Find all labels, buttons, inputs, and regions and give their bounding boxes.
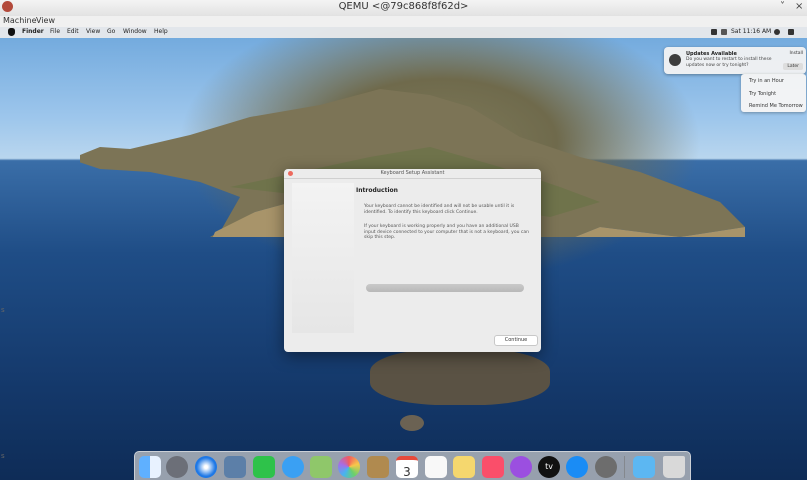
apple-tv-icon[interactable]: tv bbox=[538, 456, 560, 478]
keyboard-detection-progress bbox=[366, 284, 524, 292]
facetime-icon[interactable] bbox=[253, 456, 275, 478]
downloads-folder-icon[interactable] bbox=[633, 456, 655, 478]
edge-glyph: s bbox=[1, 306, 5, 314]
launchpad-icon[interactable] bbox=[166, 456, 188, 478]
edge-glyph: s bbox=[1, 452, 5, 460]
keyboard-icon[interactable] bbox=[721, 29, 727, 35]
podcasts-icon[interactable] bbox=[510, 456, 532, 478]
menu-help[interactable]: Help bbox=[154, 28, 168, 35]
continue-button[interactable]: Continue bbox=[494, 335, 538, 346]
install-button[interactable]: Install bbox=[789, 51, 803, 56]
menu-item-remind-me-tomorrow[interactable]: Remind Me Tomorrow bbox=[749, 103, 803, 109]
dialog-titlebar: Keyboard Setup Assistant bbox=[284, 169, 541, 179]
safari-icon[interactable] bbox=[195, 456, 217, 478]
guest-desktop: Finder File Edit View Go Window Help Sat… bbox=[0, 27, 807, 480]
macos-menubar: Finder File Edit View Go Window Help Sat… bbox=[0, 27, 807, 38]
menu-window[interactable]: Window bbox=[123, 28, 147, 35]
notes-icon[interactable] bbox=[453, 456, 475, 478]
menu-edit[interactable]: Edit bbox=[67, 28, 79, 35]
window-title: QEMU <@79c868f8f62d> bbox=[338, 1, 469, 12]
calendar-icon[interactable]: 3 bbox=[396, 456, 418, 479]
minimize-button[interactable]: ˅ bbox=[780, 1, 785, 12]
photos-icon[interactable] bbox=[338, 456, 360, 478]
menu-finder[interactable]: Finder bbox=[22, 28, 44, 35]
control-center-icon[interactable] bbox=[788, 29, 794, 35]
menu-file[interactable]: File bbox=[50, 28, 60, 35]
preview-icon[interactable] bbox=[224, 456, 246, 478]
messages-icon[interactable] bbox=[282, 456, 304, 478]
app-store-icon[interactable] bbox=[566, 456, 588, 478]
dialog-paragraph-1: Your keyboard cannot be identified and w… bbox=[364, 204, 515, 215]
small-islet bbox=[400, 415, 424, 431]
later-options-menu: Try in an Hour Try Tonight Remind Me Tom… bbox=[741, 74, 806, 112]
menubar-clock[interactable]: Sat 11:16 AM bbox=[731, 28, 771, 35]
spotlight-icon[interactable] bbox=[774, 29, 780, 35]
updates-notification[interactable]: Updates Available Do you want to restart… bbox=[664, 47, 806, 74]
close-button[interactable]: × bbox=[795, 1, 803, 12]
dock: 3 tv bbox=[134, 451, 691, 480]
qemu-titlebar: QEMU <@79c868f8f62d> ˅ × bbox=[0, 0, 807, 17]
qemu-menubar: Machine View bbox=[0, 16, 807, 27]
menu-go[interactable]: Go bbox=[107, 28, 115, 35]
keyboard-setup-dialog: Keyboard Setup Assistant Introduction Yo… bbox=[284, 169, 541, 352]
apple-icon[interactable] bbox=[8, 28, 15, 36]
software-update-icon bbox=[669, 54, 681, 66]
music-icon[interactable] bbox=[482, 456, 504, 478]
dialog-paragraph-2: If your keyboard is working properly and… bbox=[364, 224, 529, 240]
menu-item-try-tonight[interactable]: Try Tonight bbox=[749, 91, 776, 97]
dock-separator bbox=[624, 456, 625, 478]
dialog-illustration-pane bbox=[292, 183, 354, 333]
reminders-icon[interactable] bbox=[425, 456, 447, 478]
notification-body: Do you want to restart to install these … bbox=[686, 57, 772, 68]
rocky-foreshore bbox=[370, 349, 550, 405]
finder-icon[interactable] bbox=[139, 456, 161, 478]
maps-icon[interactable] bbox=[310, 456, 332, 478]
dialog-heading: Introduction bbox=[356, 187, 398, 194]
later-button[interactable]: Later bbox=[783, 63, 803, 70]
display-icon[interactable] bbox=[711, 29, 717, 35]
menu-machine[interactable]: Machine bbox=[3, 16, 37, 25]
dialog-title: Keyboard Setup Assistant bbox=[380, 170, 445, 176]
contacts-icon[interactable] bbox=[367, 456, 389, 478]
menu-item-try-in-an-hour[interactable]: Try in an Hour bbox=[749, 78, 784, 84]
system-preferences-icon[interactable] bbox=[595, 456, 617, 478]
menu-view[interactable]: View bbox=[36, 16, 55, 25]
menu-view-guest[interactable]: View bbox=[86, 28, 100, 35]
trash-icon[interactable] bbox=[663, 456, 685, 478]
